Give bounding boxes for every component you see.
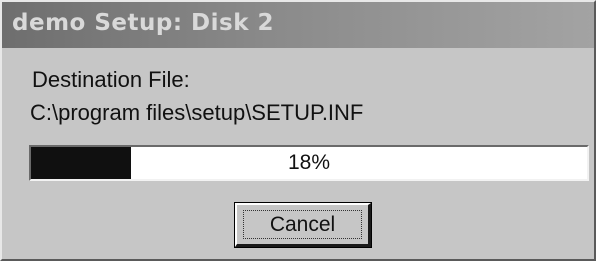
progress-percent: 18% bbox=[287, 151, 331, 174]
progress-bar: 18% bbox=[29, 145, 589, 181]
cancel-button-label: Cancel bbox=[269, 212, 336, 236]
destination-file-path: C:\program files\setup\SETUP.INF bbox=[30, 100, 364, 125]
destination-file-label: Destination File: bbox=[32, 67, 190, 92]
window-title: demo Setup: Disk 2 bbox=[12, 10, 275, 36]
setup-dialog: demo Setup: Disk 2 Destination File: C:\… bbox=[0, 0, 596, 261]
title-bar[interactable]: demo Setup: Disk 2 bbox=[2, 2, 594, 48]
cancel-button[interactable]: Cancel bbox=[234, 202, 372, 248]
